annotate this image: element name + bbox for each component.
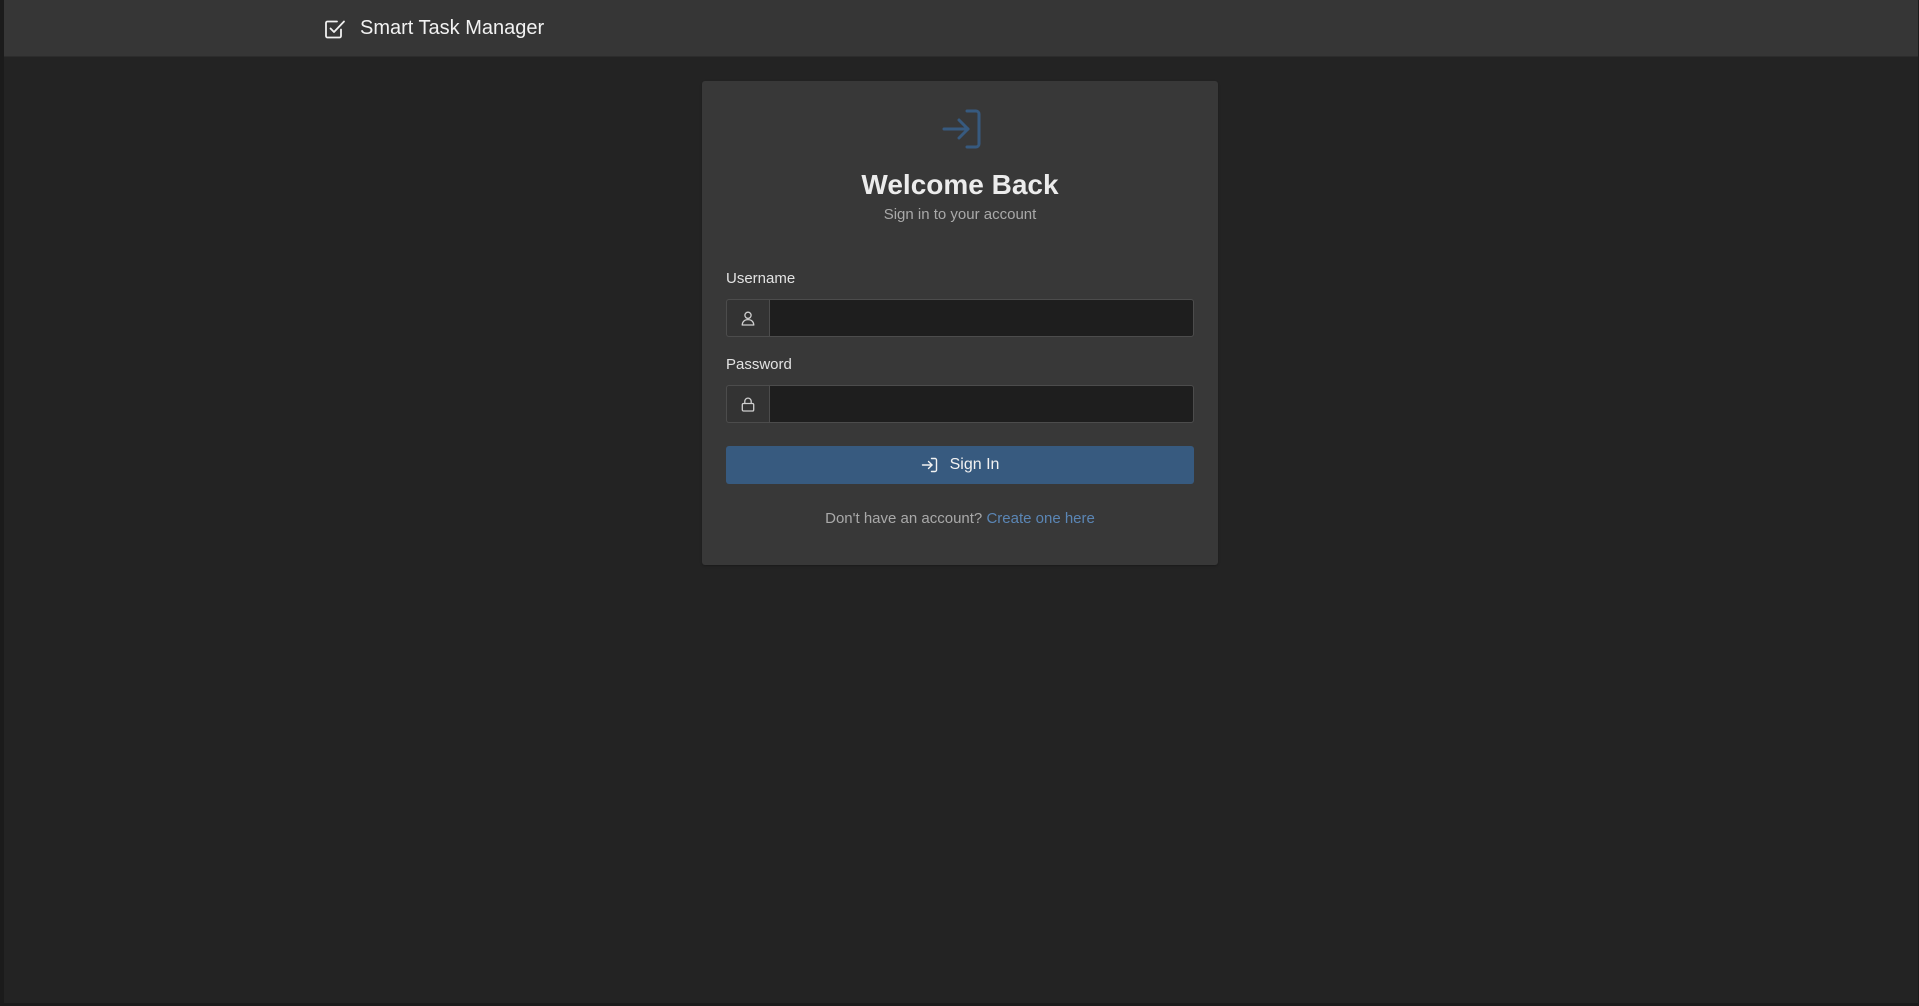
password-input-group <box>726 385 1194 423</box>
password-field[interactable] <box>769 385 1194 423</box>
signup-prompt: Don't have an account? Create one here <box>702 510 1218 527</box>
sign-in-button[interactable]: Sign In <box>726 446 1194 484</box>
person-icon <box>726 299 769 337</box>
login-card: Welcome Back Sign in to your account Use… <box>702 81 1218 565</box>
username-input-group <box>726 299 1194 337</box>
app-window: Smart Task Manager Welcome Back Sign in … <box>4 0 1918 1003</box>
page-title: Welcome Back <box>861 169 1059 200</box>
sign-in-label: Sign In <box>949 456 1000 473</box>
create-account-link[interactable]: Create one here <box>986 510 1094 527</box>
username-field[interactable] <box>769 299 1194 337</box>
sign-in-icon <box>940 107 984 151</box>
brand-link[interactable]: Smart Task Manager <box>324 17 544 40</box>
username-label: Username <box>726 270 796 287</box>
lock-icon <box>726 385 769 423</box>
sign-in-icon <box>921 457 938 473</box>
signup-prompt-text: Don't have an account? <box>825 510 983 527</box>
brand-name: Smart Task Manager <box>360 17 545 39</box>
check-square-icon <box>324 18 346 40</box>
password-label: Password <box>726 356 792 373</box>
page-subtitle: Sign in to your account <box>883 206 1037 223</box>
navbar: Smart Task Manager <box>4 0 1918 57</box>
